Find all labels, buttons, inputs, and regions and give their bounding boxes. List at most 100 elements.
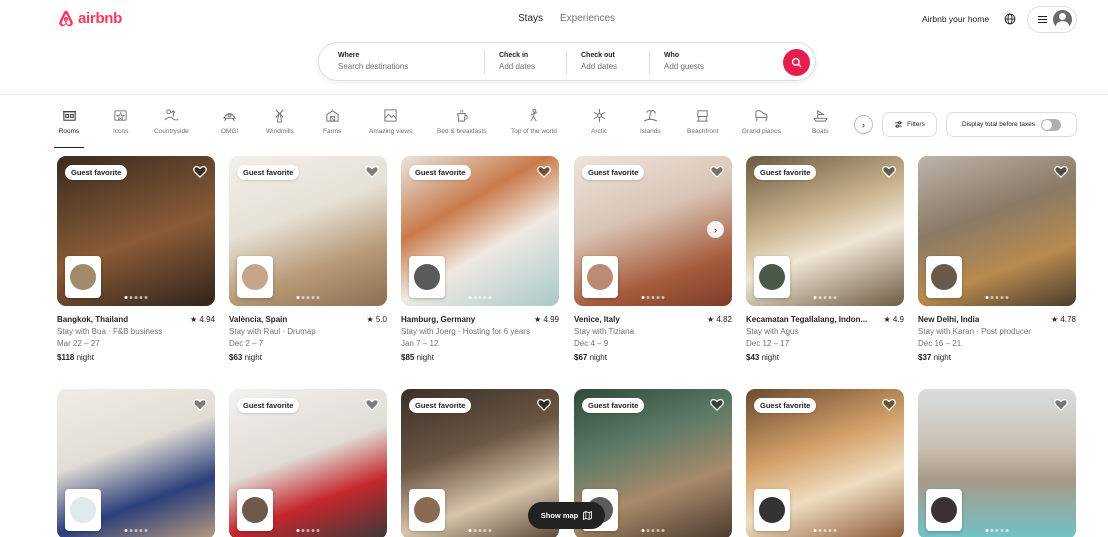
category-omg[interactable]: OMG! [221, 108, 238, 135]
user-menu-button[interactable] [1027, 6, 1077, 33]
listing-photo[interactable]: Guest favorite › [574, 156, 732, 306]
farm-icon [326, 110, 339, 122]
airbnb-wordmark: airbnb [78, 10, 123, 27]
user-avatar-icon [1053, 10, 1072, 29]
listing-card[interactable]: Guest favorite [229, 389, 387, 537]
category-label: Rooms [58, 128, 80, 135]
checkin-field[interactable]: Check in Add dates [484, 49, 566, 74]
listing-host: Stay with Raul · Drumap [229, 327, 316, 336]
listing-card[interactable]: New Delhi, India ★ 4.78 Stay with Karan ·… [918, 156, 1076, 364]
airbnb-logo[interactable]: airbnb [57, 9, 122, 28]
listing-photo[interactable] [918, 156, 1076, 306]
listing-photo[interactable]: Guest favorite [746, 156, 904, 306]
listing-rating: ★ 5.0 [366, 315, 387, 324]
category-bed-breakfasts[interactable]: Bed & breakfasts [437, 108, 487, 135]
heart-icon[interactable] [710, 165, 724, 178]
next-photo-button[interactable]: › [707, 221, 724, 238]
listing-card[interactable]: Guest favorite Bangkok, Thailand ★ 4.94 S… [57, 156, 215, 364]
listing-location: Venice, Italy [574, 315, 620, 324]
category-beachfront[interactable]: Beachfront [687, 108, 718, 135]
tab-stays[interactable]: Stays [518, 13, 543, 24]
heart-icon[interactable] [537, 398, 551, 411]
listing-photo[interactable]: Guest favorite [746, 389, 904, 537]
listing-card[interactable]: Guest favorite [746, 389, 904, 537]
category-top-of-the-world[interactable]: Top of the world [511, 108, 557, 135]
omg-icon [223, 113, 237, 122]
price-unit: night [74, 353, 94, 362]
checkout-value: Add dates [581, 62, 618, 71]
filters-button[interactable]: Filters [882, 112, 937, 137]
category-boats[interactable]: Boats [812, 108, 829, 135]
listing-host: Stay with Joerg · Hosting for 6 years [401, 327, 530, 336]
listing-card[interactable]: Guest favorite Hamburg, Germany ★ 4.99 St… [401, 156, 559, 364]
show-map-button[interactable]: Show map [528, 502, 605, 529]
listing-price: $85 night [401, 352, 559, 364]
category-label: Amazing views [369, 128, 413, 135]
category-grand-pianos[interactable]: Grand pianos [742, 108, 781, 135]
guest-favorite-badge: Guest favorite [409, 398, 472, 413]
category-arctic[interactable]: Arctic [591, 108, 607, 135]
category-countryside[interactable]: Countryside [154, 108, 189, 135]
category-amazing-views[interactable]: Amazing views [369, 108, 412, 135]
listing-location: València, Spain [229, 315, 288, 324]
heart-icon[interactable] [193, 165, 207, 178]
listing-photo[interactable]: Guest favorite [57, 156, 215, 306]
listing-photo[interactable]: Guest favorite [229, 389, 387, 537]
heart-icon[interactable] [710, 398, 724, 411]
heart-icon[interactable] [537, 165, 551, 178]
category-label: Icons [113, 128, 129, 135]
checkin-label: Check in [499, 52, 529, 59]
map-icon [583, 511, 593, 520]
listing-card[interactable] [57, 389, 215, 537]
category-windmills[interactable]: Windmills [266, 108, 294, 135]
listing-card[interactable]: Guest favorite › Venice, Italy ★ 4.82 Sta… [574, 156, 732, 364]
guest-favorite-badge: Guest favorite [409, 165, 472, 180]
listing-dates: Dec 16 – 21 [918, 339, 962, 348]
heart-icon[interactable] [193, 398, 207, 411]
guest-favorite-badge: Guest favorite [237, 398, 300, 413]
listing-rating: ★ 4.82 [707, 315, 732, 324]
price-amount: $43 [746, 353, 760, 362]
checkin-value: Add dates [499, 62, 536, 71]
tab-experiences[interactable]: Experiences [560, 13, 615, 24]
category-rooms[interactable]: Rooms [54, 108, 84, 148]
display-total-toggle[interactable]: Display total before taxes [946, 112, 1077, 137]
checkout-field[interactable]: Check out Add dates [566, 49, 649, 74]
listing-photo[interactable] [57, 389, 215, 537]
where-label: Where [338, 52, 360, 59]
listing-info: Hamburg, Germany ★ 4.99 Stay with Joerg ·… [401, 314, 559, 364]
listing-host: Stay with Tiziana [574, 327, 635, 336]
listing-rating: ★ 4.78 [1051, 315, 1076, 324]
price-amount: $63 [229, 353, 243, 362]
listing-card[interactable] [918, 389, 1076, 537]
category-farms[interactable]: Farms [323, 108, 341, 135]
who-field[interactable]: Who Add guests [649, 49, 779, 74]
icons-icon [114, 110, 127, 122]
category-icons[interactable]: Icons [113, 108, 129, 135]
toggle-switch[interactable] [1040, 118, 1061, 131]
heart-icon[interactable] [1054, 398, 1068, 411]
guest-favorite-badge: Guest favorite [754, 398, 817, 413]
listing-photo[interactable] [918, 389, 1076, 537]
price-amount: $67 [574, 353, 588, 362]
heart-icon[interactable] [365, 165, 379, 178]
listing-photo[interactable]: Guest favorite [401, 156, 559, 306]
where-placeholder: Search destinations [338, 62, 409, 71]
countryside-icon [164, 109, 179, 121]
category-islands[interactable]: Islands [640, 108, 661, 135]
globe-icon[interactable] [1004, 13, 1016, 25]
listing-card[interactable]: Guest favorite València, Spain ★ 5.0 Stay… [229, 156, 387, 364]
search-button[interactable] [783, 49, 810, 76]
listing-host: Stay with Karan · Post producer [918, 327, 1031, 336]
heart-icon[interactable] [365, 398, 379, 411]
price-unit: night [759, 353, 779, 362]
listing-card[interactable]: Guest favorite Kecamatan Tegallalang, In… [746, 156, 904, 364]
where-field[interactable]: Where Search destinations [319, 43, 484, 80]
heart-icon[interactable] [1054, 165, 1068, 178]
categories-next-button[interactable]: › [854, 115, 873, 134]
listing-photo[interactable]: Guest favorite [229, 156, 387, 306]
heart-icon[interactable] [882, 398, 896, 411]
listing-info: Venice, Italy ★ 4.82 Stay with Tiziana De… [574, 314, 732, 364]
heart-icon[interactable] [882, 165, 896, 178]
airbnb-your-home-link[interactable]: Airbnb your home [922, 14, 989, 24]
